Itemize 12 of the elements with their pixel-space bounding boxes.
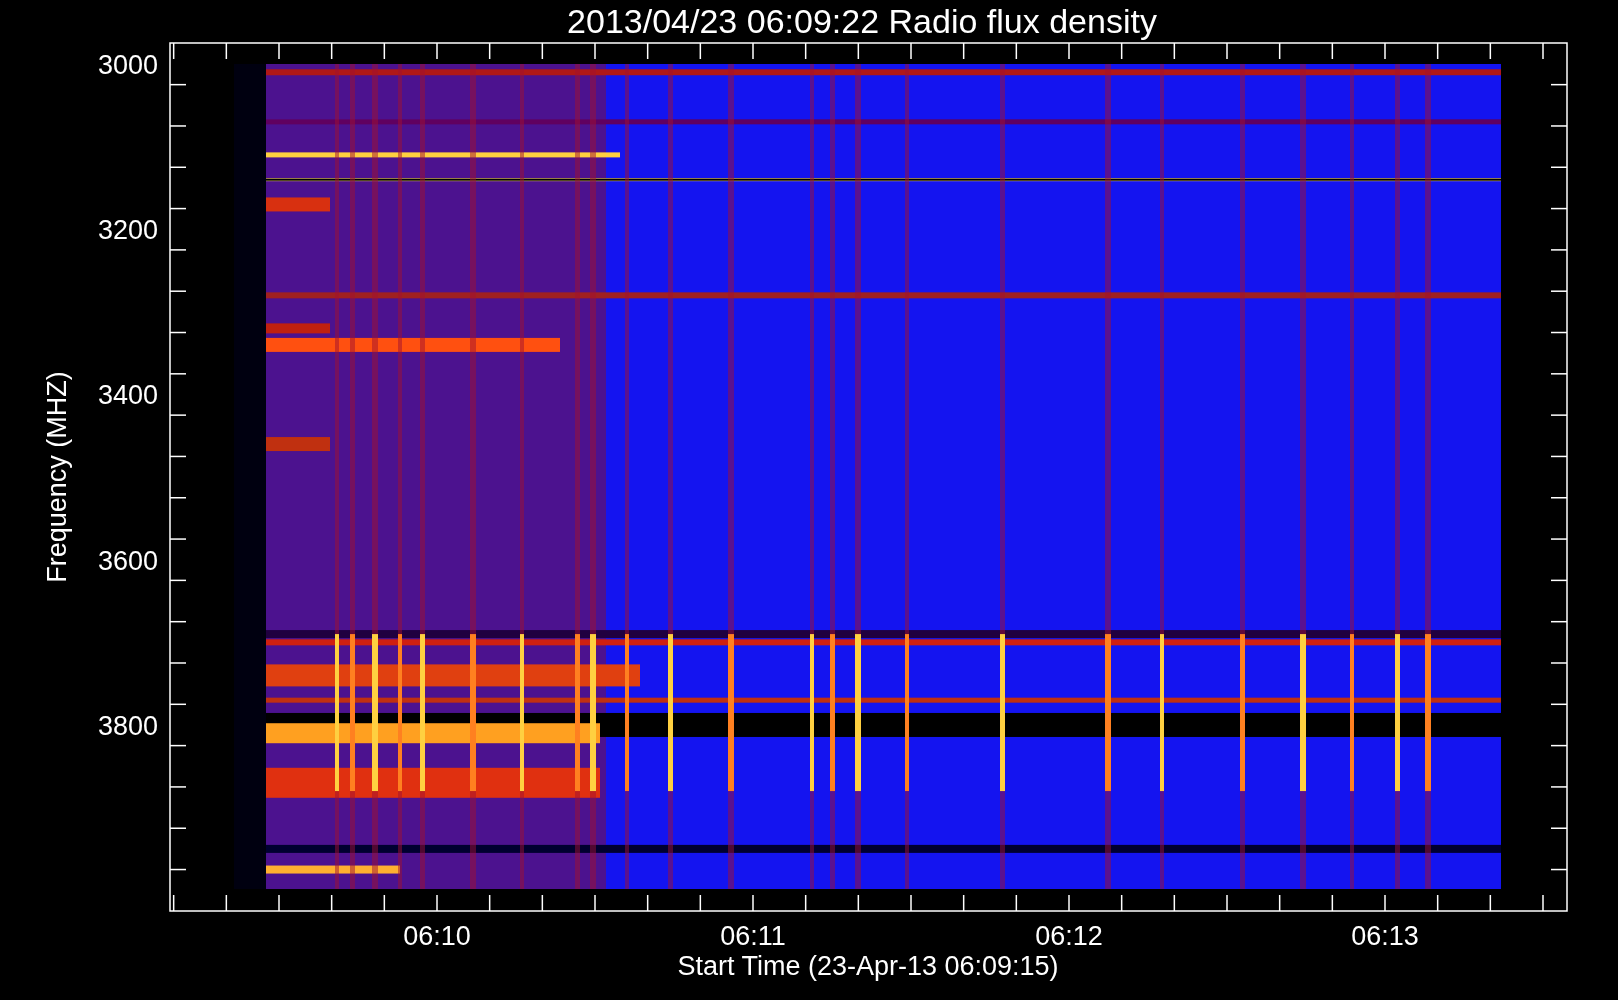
tick-label: 06:13: [1351, 921, 1419, 951]
tick-label: 06:10: [403, 921, 471, 951]
tick-label: 06:11: [720, 921, 786, 951]
chart-title: 2013/04/23 06:09:22 Radio flux density: [567, 2, 1157, 40]
axis-label: Frequency (MHZ): [42, 371, 72, 583]
tick-label: 3600: [97, 545, 158, 576]
tick-label: 3200: [97, 215, 158, 246]
tick-label: 3800: [97, 710, 158, 741]
tick-label: 06:12: [1035, 921, 1103, 951]
tick-label: 3000: [97, 50, 158, 80]
axis-label: Start Time (23-Apr-13 06:09:15): [677, 951, 1059, 981]
tick-label: 3400: [97, 380, 158, 411]
